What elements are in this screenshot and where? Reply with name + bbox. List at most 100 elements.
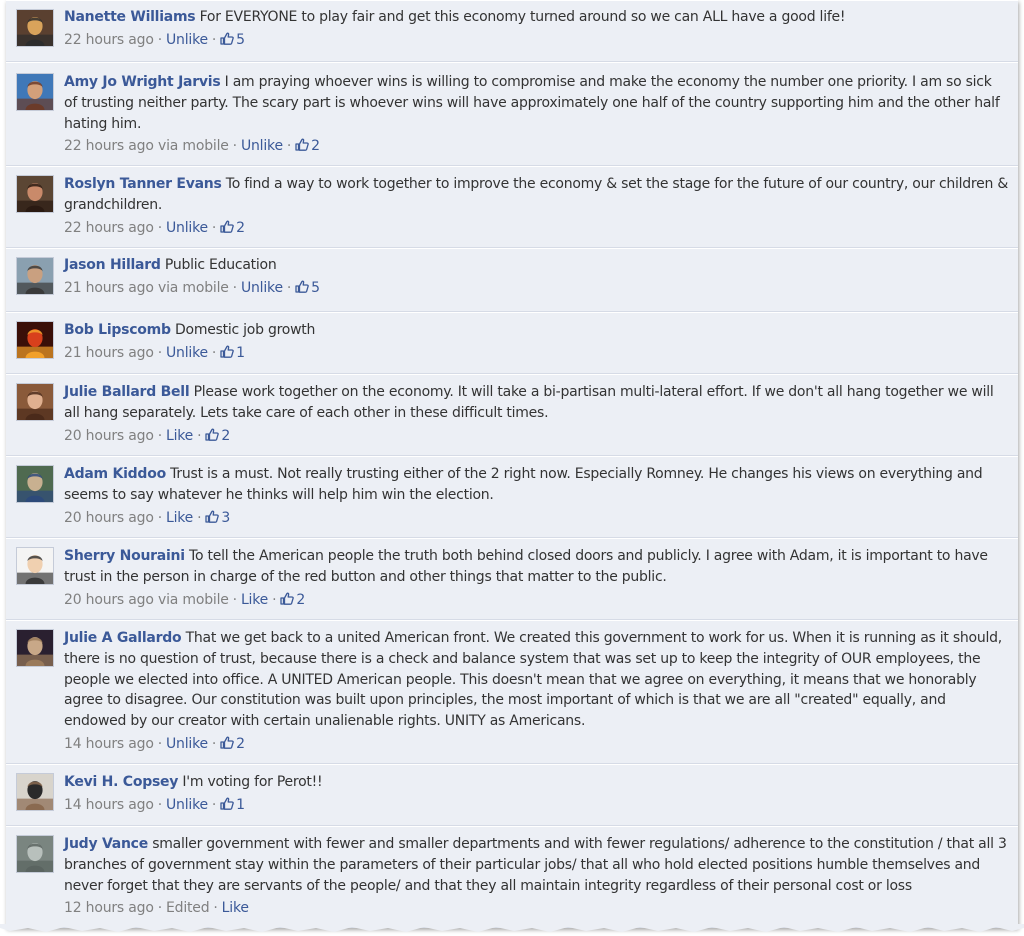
comment-body: Judy Vance smaller government with fewer… xyxy=(64,834,1008,919)
unlike-button[interactable]: Unlike xyxy=(241,138,283,154)
timestamp[interactable]: 20 hours ago xyxy=(64,510,154,526)
comment-text: smaller government with fewer and smalle… xyxy=(64,836,1007,894)
comment-text: I'm voting for Perot!! xyxy=(182,774,323,790)
avatar[interactable] xyxy=(16,465,54,503)
comment-meta: 14 hours ago · Unlike · 2 xyxy=(64,734,1008,755)
unlike-button[interactable]: Unlike xyxy=(166,32,208,48)
comment-row: Bob Lipscomb Domestic job growth 21 hours… xyxy=(6,312,1018,374)
separator: · xyxy=(211,735,217,752)
like-count: 1 xyxy=(236,344,245,361)
avatar[interactable] xyxy=(16,9,54,47)
timestamp[interactable]: 12 hours ago xyxy=(64,900,154,916)
separator: · xyxy=(157,735,162,752)
avatar[interactable] xyxy=(16,383,54,421)
like-count-link[interactable]: 2 xyxy=(220,220,245,236)
timestamp[interactable]: 21 hours ago xyxy=(64,280,154,296)
author-link[interactable]: Roslyn Tanner Evans xyxy=(64,176,222,192)
separator: · xyxy=(232,279,237,296)
like-count-link[interactable]: 5 xyxy=(220,32,245,48)
thumbs-up-icon xyxy=(280,592,295,605)
author-link[interactable]: Julie Ballard Bell xyxy=(64,384,190,400)
comment-row: Roslyn Tanner Evans To find a way to wor… xyxy=(6,166,1018,248)
like-count: 2 xyxy=(296,591,306,608)
comment-content: Amy Jo Wright Jarvis I am praying whoeve… xyxy=(64,72,1008,134)
like-button[interactable]: Like xyxy=(241,592,268,608)
separator: · xyxy=(286,279,292,296)
comment-meta: 14 hours ago · Unlike · 1 xyxy=(64,795,1008,816)
separator: · xyxy=(197,427,202,444)
timestamp[interactable]: 14 hours ago xyxy=(64,736,154,752)
avatar[interactable] xyxy=(16,835,54,873)
separator: · xyxy=(157,219,162,236)
like-count-link[interactable]: 3 xyxy=(205,510,230,526)
separator: · xyxy=(157,796,162,813)
timestamp[interactable]: 22 hours ago xyxy=(64,220,154,236)
like-count-link[interactable]: 2 xyxy=(220,736,245,752)
thumbs-up-icon xyxy=(220,736,234,749)
comment-text: Please work together on the economy. It … xyxy=(64,384,994,421)
avatar[interactable] xyxy=(16,773,54,811)
comment-content: Sherry Nouraini To tell the American peo… xyxy=(64,546,1008,588)
like-button[interactable]: Like xyxy=(222,900,249,916)
author-link[interactable]: Adam Kiddoo xyxy=(64,466,166,482)
comment-body: Nanette Williams For EVERYONE to play fa… xyxy=(64,7,1008,51)
separator: · xyxy=(157,427,162,444)
like-button[interactable]: Like xyxy=(166,510,193,526)
timestamp[interactable]: 22 hours ago xyxy=(64,32,154,48)
comment-content: Julie A Gallardo That we get back to a u… xyxy=(64,628,1008,732)
author-link[interactable]: Nanette Williams xyxy=(64,9,196,25)
like-count-link[interactable]: 2 xyxy=(295,138,320,154)
comment-body: Roslyn Tanner Evans To find a way to wor… xyxy=(64,174,1008,238)
author-link[interactable]: Judy Vance xyxy=(64,836,148,852)
thumbs-up-icon xyxy=(205,510,220,523)
author-link[interactable]: Jason Hillard xyxy=(64,257,161,273)
unlike-button[interactable]: Unlike xyxy=(166,345,208,361)
like-count-link[interactable]: 1 xyxy=(220,345,245,361)
comment-content: Judy Vance smaller government with fewer… xyxy=(64,834,1008,896)
like-count: 2 xyxy=(236,735,245,752)
comment-row: Julie Ballard Bell Please work together … xyxy=(6,374,1018,456)
thumbs-up-icon xyxy=(220,345,234,358)
comment-thread: Nanette Williams For EVERYONE to play fa… xyxy=(6,0,1018,928)
avatar[interactable] xyxy=(16,175,54,213)
author-link[interactable]: Julie A Gallardo xyxy=(64,630,182,646)
author-link[interactable]: Kevi H. Copsey xyxy=(64,774,178,790)
comment-row: Kevi H. Copsey I'm voting for Perot!! 14 … xyxy=(6,764,1018,826)
timestamp[interactable]: 20 hours ago xyxy=(64,592,154,608)
unlike-button[interactable]: Unlike xyxy=(166,736,208,752)
author-link[interactable]: Bob Lipscomb xyxy=(64,322,171,338)
avatar[interactable] xyxy=(16,629,54,667)
separator: · xyxy=(272,591,277,608)
unlike-button[interactable]: Unlike xyxy=(166,797,208,813)
comment-row: Judy Vance smaller government with fewer… xyxy=(6,826,1018,928)
avatar[interactable] xyxy=(16,257,54,295)
comment-content: Nanette Williams For EVERYONE to play fa… xyxy=(64,7,1008,28)
like-button[interactable]: Like xyxy=(166,428,193,444)
avatar[interactable] xyxy=(16,547,54,585)
author-link[interactable]: Amy Jo Wright Jarvis xyxy=(64,74,221,90)
like-count-link[interactable]: 1 xyxy=(220,797,245,813)
thumbs-up-icon xyxy=(205,428,220,441)
thumbs-up-icon xyxy=(295,280,309,293)
timestamp[interactable]: 20 hours ago xyxy=(64,428,154,444)
comment-body: Julie A Gallardo That we get back to a u… xyxy=(64,628,1008,755)
avatar[interactable] xyxy=(16,73,54,111)
like-count: 3 xyxy=(221,509,231,526)
comment-content: Jason Hillard Public Education xyxy=(64,255,1008,276)
like-count-link[interactable]: 2 xyxy=(205,428,230,444)
avatar[interactable] xyxy=(16,321,54,359)
unlike-button[interactable]: Unlike xyxy=(241,280,283,296)
timestamp[interactable]: 21 hours ago xyxy=(64,345,154,361)
like-count-link[interactable]: 5 xyxy=(295,280,320,296)
comment-text: For EVERYONE to play fair and get this e… xyxy=(199,9,846,25)
comment-text: Public Education xyxy=(164,257,277,273)
comment-text: That we get back to a united American fr… xyxy=(64,630,1002,730)
author-link[interactable]: Sherry Nouraini xyxy=(64,548,185,564)
like-count-link[interactable]: 2 xyxy=(280,592,305,608)
comment-row: Nanette Williams For EVERYONE to play fa… xyxy=(6,0,1018,62)
timestamp[interactable]: 14 hours ago xyxy=(64,797,154,813)
comment-row: Jason Hillard Public Education 21 hours a… xyxy=(6,248,1018,312)
timestamp[interactable]: 22 hours ago xyxy=(64,138,154,154)
thumbs-up-icon xyxy=(220,220,234,233)
unlike-button[interactable]: Unlike xyxy=(166,220,208,236)
